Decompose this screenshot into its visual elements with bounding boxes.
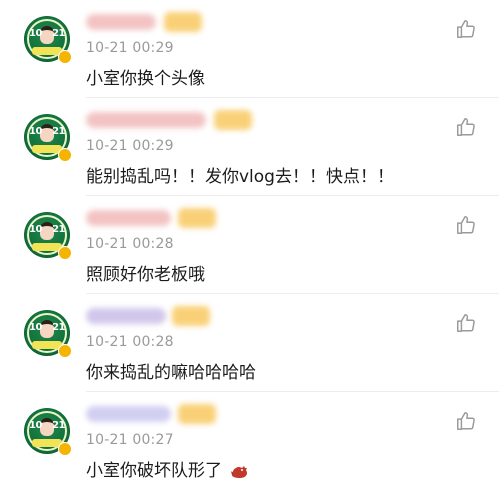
username-blurred[interactable] (86, 210, 171, 226)
avatar-number: 10 21 (29, 322, 65, 333)
username-blurred[interactable] (86, 308, 166, 324)
comment-time: 10-21 00:29 (86, 40, 174, 56)
comment-time: 10-21 00:28 (86, 334, 174, 350)
comment-time: 10-21 00:29 (86, 138, 174, 154)
comment-text: 小室你换个头像 (86, 69, 205, 89)
thumbs-up-icon[interactable] (455, 214, 477, 236)
username-blurred[interactable] (86, 14, 156, 30)
username-blurred[interactable] (86, 112, 206, 128)
comment-item: 10 21 10-21 00:28 照顾好你老板哦 (0, 196, 499, 294)
verified-badge-icon (58, 50, 72, 64)
user-level-badge (178, 404, 216, 424)
avatar-number: 10 21 (29, 420, 65, 431)
comment-text-row: 小室你破坏队形了 (86, 456, 249, 481)
comment-text: 照顾好你老板哦 (86, 265, 205, 285)
verified-badge-icon (58, 148, 72, 162)
username-blurred[interactable] (86, 406, 171, 422)
comment-text: 你来捣乱的嘛哈哈哈哈 (86, 363, 256, 383)
comment-time: 10-21 00:27 (86, 432, 174, 448)
thumbs-up-icon[interactable] (455, 116, 477, 138)
comment-item: 10 21 10-21 00:29 小室你换个头像 (0, 0, 499, 98)
user-level-badge (164, 12, 202, 32)
avatar-number: 10 21 (29, 224, 65, 235)
comment-item: 10 21 10-21 00:28 你来捣乱的嘛哈哈哈哈 (0, 294, 499, 392)
avatar-number: 10 21 (29, 28, 65, 39)
dragon-emoji-icon (231, 466, 248, 478)
avatar-number: 10 21 (29, 126, 65, 137)
user-level-badge (172, 306, 210, 326)
comment-item: 10 21 10-21 00:29 能别捣乱吗！！发你vlog去！！快点！！ (0, 98, 499, 196)
verified-badge-icon (58, 344, 72, 358)
thumbs-up-icon[interactable] (455, 312, 477, 334)
user-level-badge (178, 208, 216, 228)
comment-text: 能别捣乱吗！！发你vlog去！！快点！！ (86, 167, 394, 187)
verified-badge-icon (58, 246, 72, 260)
comment-item: 10 21 10-21 00:27 小室你破坏队形了 (0, 392, 499, 490)
user-level-badge (214, 110, 252, 130)
comment-time: 10-21 00:28 (86, 236, 174, 252)
verified-badge-icon (58, 442, 72, 456)
comment-text: 小室你破坏队形了 (86, 461, 222, 481)
thumbs-up-icon[interactable] (455, 410, 477, 432)
comment-list: 10 21 10-21 00:29 小室你换个头像 10 21 10-21 00:2… (0, 0, 499, 494)
thumbs-up-icon[interactable] (455, 18, 477, 40)
